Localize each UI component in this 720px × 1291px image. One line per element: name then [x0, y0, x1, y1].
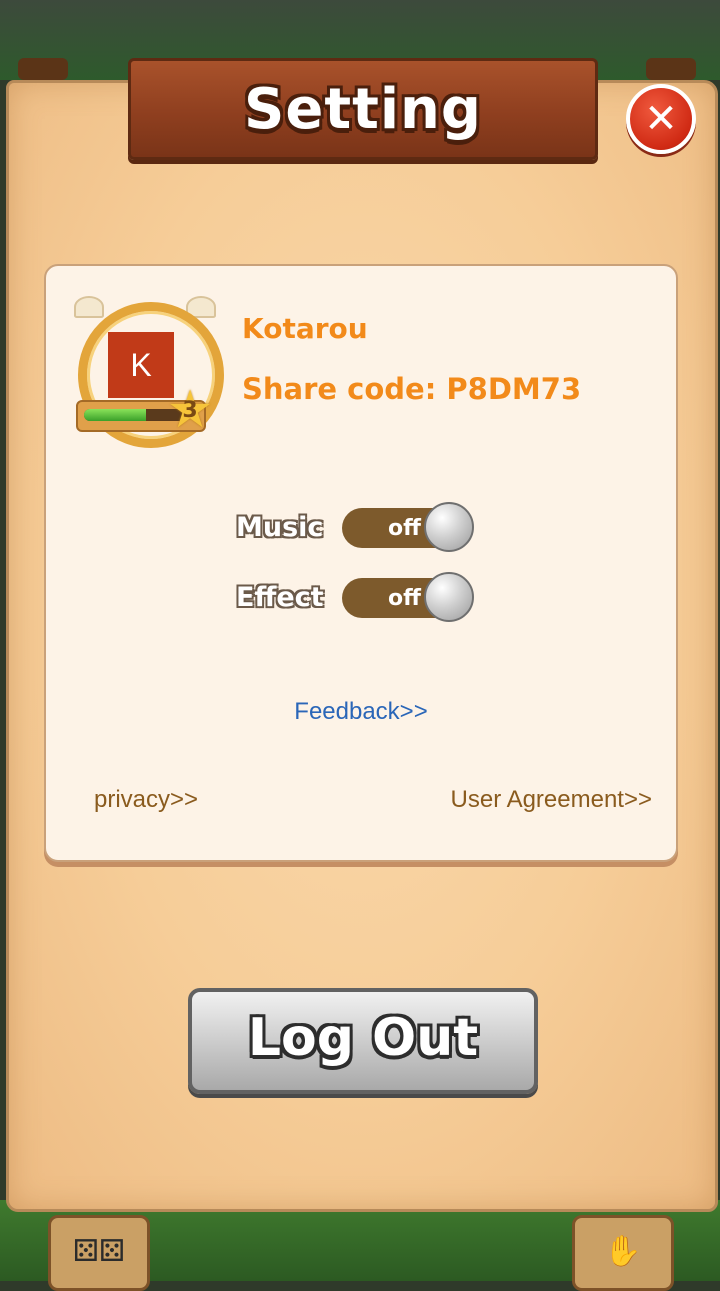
- close-button[interactable]: ✕: [626, 84, 696, 154]
- effect-label: Effect: [236, 582, 324, 613]
- effect-toggle[interactable]: off: [342, 572, 474, 622]
- effect-toggle-state: off: [388, 586, 421, 611]
- scroll-rod-left: [18, 58, 68, 80]
- close-x-icon: ✕: [644, 96, 678, 142]
- effect-toggle-knob[interactable]: [424, 572, 474, 622]
- level-badge: 3: [182, 398, 198, 423]
- bottom-menu-slot-left: ⚄⚄: [48, 1215, 150, 1291]
- scroll-rod-right: [646, 58, 696, 80]
- title-board: Setting: [128, 58, 598, 160]
- user-agreement-link[interactable]: User Agreement>>: [451, 786, 652, 814]
- wing-decoration-left: [74, 296, 104, 318]
- xp-fill: [84, 409, 147, 421]
- privacy-link[interactable]: privacy>>: [94, 786, 198, 814]
- hand-icon: ✋: [604, 1234, 642, 1269]
- username: Kotarou: [242, 312, 368, 345]
- music-toggle-state: off: [388, 516, 421, 541]
- bottom-menu-slot-right: ✋: [572, 1215, 674, 1291]
- logout-button[interactable]: Log Out: [188, 988, 538, 1094]
- share-code: Share code: P8DM73: [242, 372, 582, 406]
- music-label: Music: [236, 512, 324, 543]
- music-toggle-knob[interactable]: [424, 502, 474, 552]
- music-toggle[interactable]: off: [342, 502, 474, 552]
- dialog-title: Setting: [244, 77, 482, 142]
- feedback-link[interactable]: Feedback>>: [46, 698, 676, 726]
- effect-setting-row: Effect off: [46, 572, 676, 626]
- profile-card: K ★ 3 Kotarou Share code: P8DM73 Music o…: [44, 264, 678, 862]
- logout-label: Log Out: [247, 1008, 479, 1068]
- avatar[interactable]: K: [108, 332, 174, 398]
- music-setting-row: Music off: [46, 502, 676, 556]
- dice-icon: ⚄⚄: [72, 1234, 126, 1269]
